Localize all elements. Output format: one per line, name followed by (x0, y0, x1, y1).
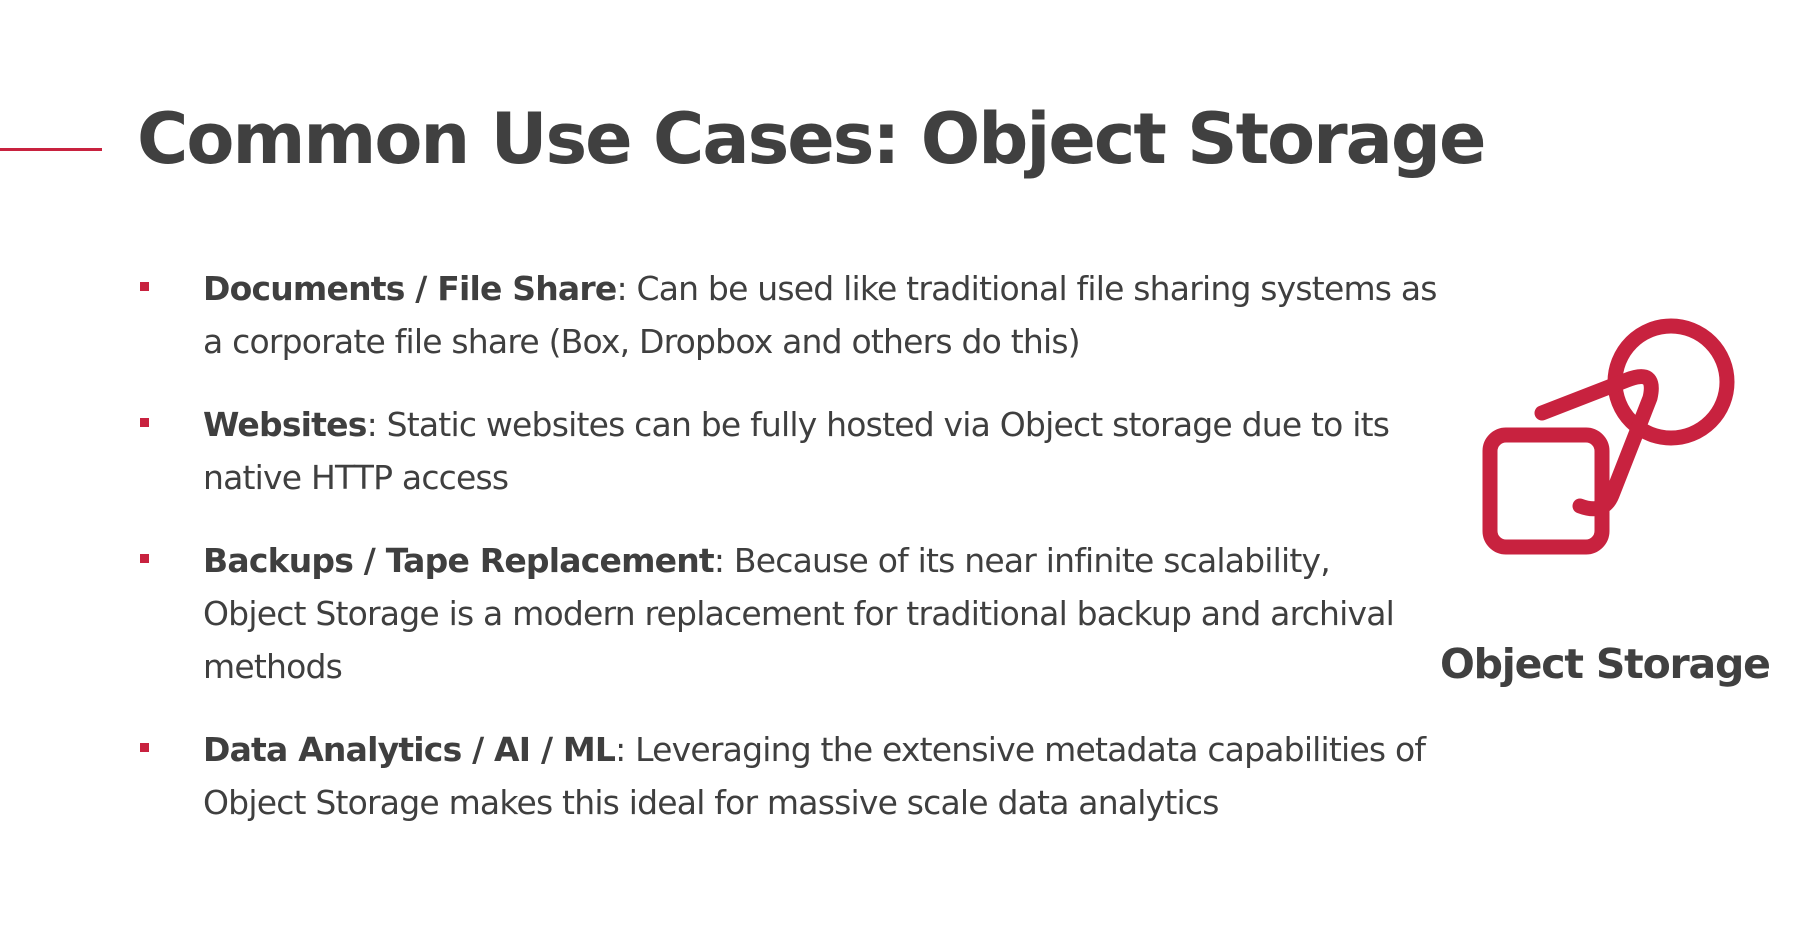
use-case-heading: Data Analytics / AI / ML (203, 730, 616, 769)
bullet-marker (140, 418, 149, 427)
illustration-label: Object Storage (1440, 640, 1771, 688)
slide-title: Common Use Cases: Object Storage (137, 98, 1486, 180)
use-case-item-analytics: Data Analytics / AI / ML: Leveraging the… (140, 723, 1440, 829)
object-storage-shapes-icon (1480, 310, 1740, 570)
title-accent-line (0, 148, 102, 151)
use-case-heading: Websites (203, 405, 367, 444)
square-shape (1482, 427, 1610, 555)
use-case-text: Data Analytics / AI / ML: Leveraging the… (203, 723, 1440, 829)
use-case-item-websites: Websites: Static websites can be fully h… (140, 398, 1440, 504)
use-case-text: Backups / Tape Replacement: Because of i… (203, 534, 1440, 693)
use-case-item-documents: Documents / File Share: Can be used like… (140, 262, 1440, 368)
slide: Common Use Cases: Object Storage Documen… (0, 0, 1816, 940)
use-case-heading: Documents / File Share (203, 269, 617, 308)
use-case-heading: Backups / Tape Replacement (203, 541, 715, 580)
use-case-text: Documents / File Share: Can be used like… (203, 262, 1440, 368)
use-case-description: : Static websites can be fully hosted vi… (203, 405, 1390, 497)
bullet-marker (140, 554, 149, 563)
use-case-text: Websites: Static websites can be fully h… (203, 398, 1440, 504)
use-case-item-backups: Backups / Tape Replacement: Because of i… (140, 534, 1440, 693)
bullet-marker (140, 743, 149, 752)
bullet-marker (140, 282, 149, 291)
use-case-list: Documents / File Share: Can be used like… (140, 262, 1440, 829)
